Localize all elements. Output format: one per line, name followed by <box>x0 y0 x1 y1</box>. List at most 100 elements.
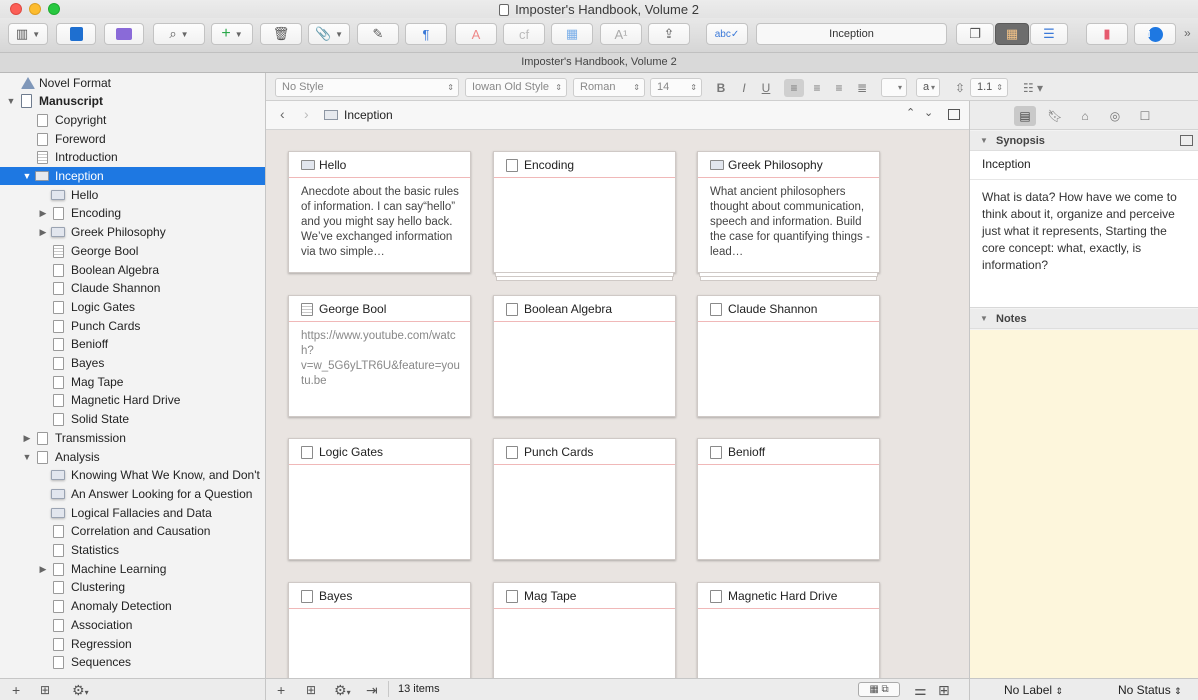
quick-reference-button[interactable] <box>104 23 144 45</box>
binder-item[interactable]: Magnetic Hard Drive <box>0 391 265 409</box>
binder-item[interactable]: Association <box>0 616 265 634</box>
disclosure-collapsed-icon[interactable]: ▶ <box>38 560 48 578</box>
font-size-select[interactable]: 14 ⇕ <box>650 78 702 97</box>
chevron-down-icon[interactable]: ⌄ <box>924 106 933 119</box>
status-select[interactable]: No Status ⇕ <box>1118 683 1182 697</box>
text-color-button[interactable]: A <box>455 23 497 45</box>
image-icon[interactable] <box>1180 135 1193 146</box>
binder-item[interactable]: ▶ Greek Philosophy <box>0 223 265 241</box>
footnote-button[interactable]: cf <box>503 23 545 45</box>
chevron-up-icon[interactable]: ⌃ <box>906 106 915 119</box>
binder-item[interactable]: Sequences <box>0 653 265 671</box>
binder-item[interactable]: George Bool <box>0 242 265 260</box>
underline-button[interactable]: U <box>756 79 776 97</box>
binder-item[interactable]: Correlation and Causation <box>0 522 265 540</box>
card-title[interactable]: Boolean Algebra <box>494 296 675 322</box>
corkboard-view-button[interactable]: ▦ <box>995 23 1029 45</box>
binder-item[interactable]: Anomaly Detection <box>0 597 265 615</box>
align-left-button[interactable]: ≡ <box>784 79 804 97</box>
binder-item[interactable]: ▶ Transmission <box>0 429 265 447</box>
inspector-button[interactable]: i <box>1134 23 1176 45</box>
synopsis-header[interactable]: ▼ Synopsis <box>970 131 1198 151</box>
index-card[interactable]: Punch Cards <box>493 438 676 560</box>
disclosure-collapsed-icon[interactable]: ▶ <box>22 429 32 447</box>
binder-item[interactable]: Solid State <box>0 410 265 428</box>
formatting-button[interactable]: ¶ <box>405 23 447 45</box>
outline-view-button[interactable]: ☰ <box>1030 23 1068 45</box>
binder-item[interactable]: ▼ Analysis <box>0 448 265 466</box>
trash-button[interactable]: 🗑 <box>260 23 302 45</box>
binder-item[interactable]: Novel Format <box>0 74 265 92</box>
label-select[interactable]: No Label ⇕ <box>1004 683 1063 697</box>
split-view-icon[interactable] <box>948 109 960 120</box>
view-mode-button[interactable]: ▥ ▼ <box>8 23 48 45</box>
minimize-window-button[interactable] <box>29 3 41 15</box>
index-card[interactable]: Magnetic Hard Drive <box>697 582 880 678</box>
card-title[interactable]: Hello <box>289 152 470 178</box>
index-card[interactable]: Boolean Algebra <box>493 295 676 417</box>
binder-item[interactable]: Boolean Algebra <box>0 261 265 279</box>
bookmark-tab-icon[interactable]: 🔖︎ <box>1044 106 1066 126</box>
add-folder-icon[interactable]: ⊞ <box>306 683 316 697</box>
card-synopsis[interactable]: https://www.youtube.com/watch?v=w_5G6yLT… <box>301 329 461 389</box>
card-title[interactable]: Mag Tape <box>494 583 675 609</box>
grid-size-icon[interactable]: ⊞ <box>938 682 950 699</box>
card-title[interactable]: Greek Philosophy <box>698 152 879 178</box>
index-card[interactable]: Greek Philosophy What ancient philosopher… <box>697 151 880 281</box>
align-right-button[interactable]: ≡ <box>829 79 849 97</box>
index-card[interactable]: Encoding <box>493 151 676 281</box>
highlight-select[interactable]: a ▾ <box>916 78 940 97</box>
disclosure-collapsed-icon[interactable]: ▶ <box>38 223 48 241</box>
justify-button[interactable]: ≣ <box>852 79 872 97</box>
bookmark-button[interactable]: ▮ <box>1086 23 1128 45</box>
binder-item[interactable]: ▼ Manuscript <box>0 92 265 110</box>
corkboard-mode-toggle[interactable]: ▦ ⧉ <box>858 682 900 697</box>
binder-item[interactable]: Benioff <box>0 335 265 353</box>
binder-item[interactable]: Logical Fallacies and Data <box>0 504 265 522</box>
binder-item[interactable]: An Answer Looking for a Question <box>0 485 265 503</box>
notes-area[interactable] <box>970 330 1198 678</box>
binder-item[interactable]: Claude Shannon <box>0 279 265 297</box>
single-view-button[interactable]: ❐ <box>956 23 994 45</box>
add-card-icon[interactable]: + <box>277 682 285 698</box>
table-button[interactable]: ▦ <box>551 23 593 45</box>
compose-button[interactable]: ✎ <box>357 23 399 45</box>
settings-sliders-icon[interactable]: ⚌ <box>914 682 927 699</box>
style-select[interactable]: No Style ⇕ <box>275 78 459 97</box>
synopsis-text[interactable]: What is data? How have we come to think … <box>982 189 1192 274</box>
document-tab[interactable]: Imposter's Handbook, Volume 2 <box>521 56 677 68</box>
binder-item[interactable]: Foreword <box>0 130 265 148</box>
card-title[interactable]: Punch Cards <box>494 439 675 465</box>
gear-icon[interactable]: ⚙▾ <box>72 682 89 699</box>
synopsis-box[interactable]: Inception What is data? How have we come… <box>970 151 1198 308</box>
align-center-button[interactable]: ≡ <box>807 79 827 97</box>
card-title[interactable]: George Bool <box>289 296 470 322</box>
binder-item[interactable]: Bayes <box>0 354 265 372</box>
bold-button[interactable]: B <box>711 79 731 97</box>
list-style-button[interactable]: ☷ ▾ <box>1016 79 1050 97</box>
index-card[interactable]: Benioff <box>697 438 880 560</box>
gear-icon[interactable]: ⚙▾ <box>334 682 351 699</box>
close-window-button[interactable] <box>10 3 22 15</box>
index-card[interactable]: Hello Anecdote about the basic rules of i… <box>288 151 471 273</box>
italic-button[interactable]: I <box>734 79 754 97</box>
binder-item[interactable]: Clustering <box>0 578 265 596</box>
binder-item[interactable]: Punch Cards <box>0 317 265 335</box>
binder-item[interactable]: Logic Gates <box>0 298 265 316</box>
binder-item[interactable]: Knowing What We Know, and Don't <box>0 466 265 484</box>
notes-header[interactable]: ▼ Notes <box>970 309 1198 329</box>
text-color-select[interactable]: ▾ <box>881 78 907 97</box>
index-card[interactable]: George Bool https://www.youtube.com/watch… <box>288 295 471 417</box>
binder-toggle-button[interactable] <box>56 23 96 45</box>
binder-item[interactable]: ▶ Encoding <box>0 204 265 222</box>
attachment-button[interactable]: 📎 ▼ <box>308 23 350 45</box>
move-icon[interactable]: ⇥ <box>366 682 378 699</box>
card-synopsis[interactable]: What ancient philosophers thought about … <box>710 185 870 260</box>
synopsis-title[interactable]: Inception <box>982 157 1031 171</box>
binder-item[interactable]: Mag Tape <box>0 373 265 391</box>
notes-tab-icon[interactable]: ▤ <box>1014 106 1036 126</box>
disclosure-expanded-icon[interactable]: ▼ <box>22 167 32 185</box>
typeface-select[interactable]: Roman ⇕ <box>573 78 645 97</box>
index-card[interactable]: Claude Shannon <box>697 295 880 417</box>
snapshot-tab-icon[interactable]: ◎ <box>1104 106 1126 126</box>
